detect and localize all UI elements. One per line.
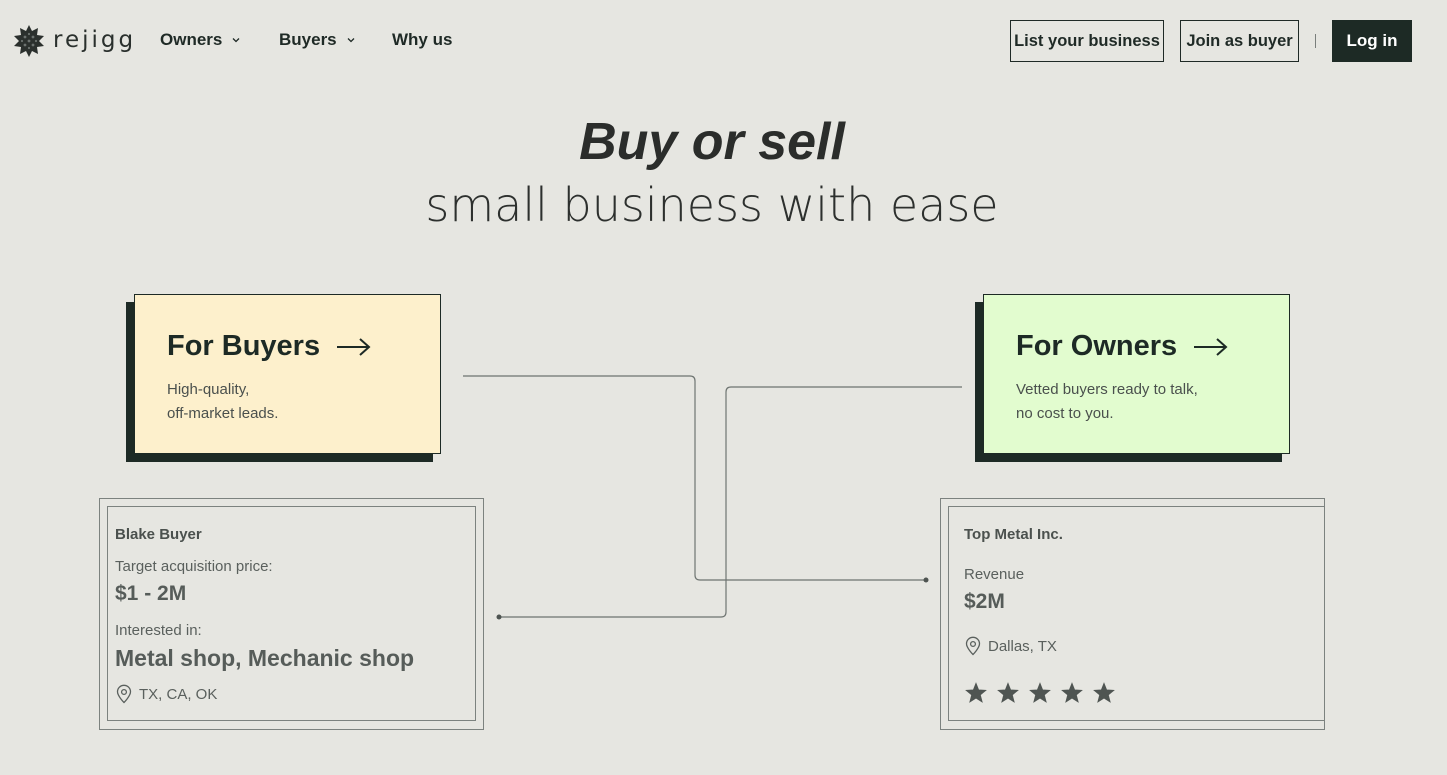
nav-buyers[interactable]: Buyers bbox=[279, 30, 356, 50]
interest-value: Metal shop, Mechanic shop bbox=[115, 645, 415, 671]
star-icon bbox=[1061, 682, 1083, 703]
logo-icon bbox=[14, 25, 44, 57]
arrow-right-icon bbox=[1194, 337, 1228, 356]
business-location: Dallas, TX bbox=[964, 636, 1057, 656]
star-icon bbox=[1029, 682, 1051, 703]
header-divider bbox=[1315, 34, 1316, 48]
star-icon bbox=[997, 682, 1019, 703]
join-as-buyer-button[interactable]: Join as buyer bbox=[1180, 20, 1299, 62]
hero-subtitle: small business with ease bbox=[425, 178, 999, 232]
buyer-location-text: TX, CA, OK bbox=[139, 685, 218, 703]
owners-to-buyer-line bbox=[499, 386, 962, 618]
nav-owners-label: Owners bbox=[160, 30, 223, 49]
nav-why-us[interactable]: Why us bbox=[392, 30, 452, 50]
logo-text: rejigg bbox=[53, 27, 137, 53]
price-label: Target acquisition price: bbox=[115, 558, 273, 575]
nav-why-us-label: Why us bbox=[392, 30, 453, 49]
arrow-right-icon bbox=[337, 337, 371, 356]
location-pin-icon bbox=[116, 684, 132, 704]
for-owners-card[interactable]: For Owners Vetted buyers ready to talk, … bbox=[983, 294, 1290, 454]
location-pin-icon bbox=[965, 636, 981, 656]
login-button[interactable]: Log in bbox=[1332, 20, 1412, 62]
for-buyers-description: High-quality, off-market leads. bbox=[167, 381, 279, 422]
rating-stars bbox=[965, 682, 1125, 704]
for-buyers-card[interactable]: For Buyers High-quality, off-market lead… bbox=[134, 294, 441, 454]
buyer-name: Blake Buyer bbox=[115, 526, 202, 543]
hero-title: Buy or sell bbox=[579, 113, 845, 171]
interest-label: Interested in: bbox=[115, 622, 202, 639]
list-your-business-button[interactable]: List your business bbox=[1010, 20, 1164, 62]
connector-dot bbox=[496, 614, 502, 620]
for-buyers-title: For Buyers bbox=[167, 330, 372, 363]
for-owners-title: For Owners bbox=[1016, 330, 1229, 363]
revenue-label: Revenue bbox=[964, 566, 1025, 583]
business-name: Top Metal Inc. bbox=[964, 526, 1063, 543]
star-icon bbox=[965, 682, 987, 703]
for-owners-description: Vetted buyers ready to talk, no cost to … bbox=[1016, 381, 1198, 422]
price-value: $1 - 2M bbox=[115, 582, 187, 605]
star-icon bbox=[1093, 682, 1115, 703]
buyer-location: TX, CA, OK bbox=[115, 684, 217, 704]
chevron-down-icon bbox=[232, 38, 240, 43]
chevron-down-icon bbox=[347, 38, 355, 43]
business-location-text: Dallas, TX bbox=[988, 637, 1057, 655]
connector-dot bbox=[923, 577, 929, 583]
revenue-value: $2M bbox=[964, 590, 1005, 613]
nav-buyers-label: Buyers bbox=[279, 30, 337, 49]
logo[interactable]: rejigg bbox=[12, 24, 136, 58]
buyers-to-business-line bbox=[463, 375, 926, 581]
nav-owners[interactable]: Owners bbox=[160, 30, 241, 50]
